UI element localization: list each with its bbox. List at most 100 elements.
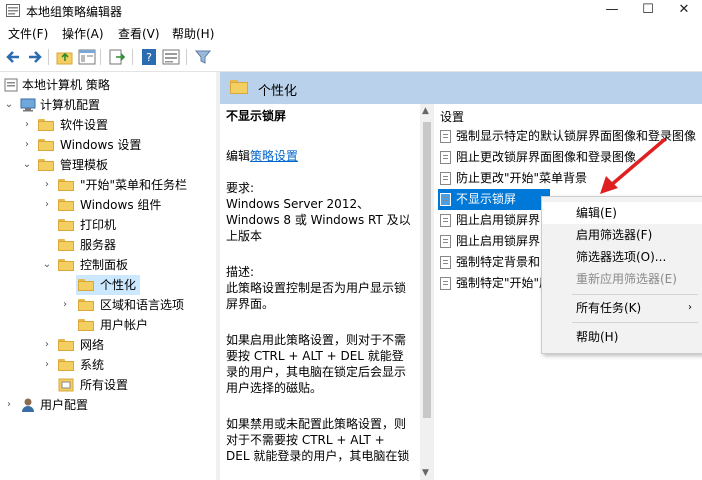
- pane-splitter[interactable]: [216, 72, 220, 480]
- maximize-button[interactable]: ☐: [630, 0, 666, 22]
- menu-item-edit[interactable]: 编辑(E): [542, 202, 702, 224]
- tree-all-settings[interactable]: 所有设置: [42, 375, 214, 395]
- folder-icon: [78, 319, 94, 331]
- tree-control-panel[interactable]: ⌄ 控制面板: [42, 255, 214, 275]
- computer-icon: [20, 98, 36, 112]
- description-text: 此策略设置控制是否为用户显示锁: [226, 281, 407, 295]
- tree-user-accounts[interactable]: 用户帐户: [60, 315, 214, 335]
- menu-file[interactable]: 文件(F): [8, 25, 48, 42]
- folder-icon: [38, 159, 54, 171]
- show-hide-tree-icon[interactable]: [78, 48, 96, 66]
- menu-help[interactable]: 帮助(H): [172, 25, 214, 42]
- category-header: 个性化: [220, 72, 702, 104]
- close-button[interactable]: ✕: [666, 0, 702, 22]
- tree-windows-settings[interactable]: › Windows 设置: [22, 135, 212, 155]
- requirements-label: 要求:: [226, 181, 255, 195]
- menu-item-filter-options[interactable]: 筛选器选项(O)...: [542, 246, 702, 268]
- chevron-right-icon[interactable]: ›: [22, 135, 32, 155]
- submenu-arrow-icon: ›: [688, 302, 692, 313]
- folder-icon: [58, 199, 74, 211]
- chevron-right-icon[interactable]: ›: [42, 335, 52, 355]
- menu-action[interactable]: 操作(A): [62, 25, 104, 42]
- policy-icon: [4, 78, 18, 92]
- menu-separator: [572, 294, 698, 295]
- tree-windows-components[interactable]: › Windows 组件: [42, 195, 214, 215]
- window-title: 本地组策略编辑器: [26, 5, 123, 19]
- tree-computer-config[interactable]: ⌄ 计算机配置: [4, 95, 214, 115]
- enabled-text: 如果启用此策略设置，则对于不需: [226, 333, 407, 347]
- tree-region-language[interactable]: › 区域和语言选项: [60, 295, 214, 315]
- tree-system[interactable]: › 系统: [42, 355, 214, 375]
- policy-setting-icon: [440, 130, 451, 143]
- menu-view[interactable]: 查看(V): [118, 25, 160, 42]
- chevron-down-icon[interactable]: ⌄: [22, 155, 32, 175]
- policy-setting-icon: [440, 172, 451, 185]
- menu-separator: [572, 322, 698, 323]
- disabled-text: 如果禁用或未配置此策略设置，则: [226, 417, 407, 431]
- requirements-text: Windows Server 2012、: [226, 197, 370, 211]
- back-arrow-icon[interactable]: [4, 48, 22, 66]
- policy-setting-icon: [440, 256, 451, 269]
- folder-icon: [58, 179, 74, 191]
- settings-column-header[interactable]: 设置: [440, 108, 464, 125]
- enabled-text: 用户选择的磁贴。: [226, 381, 323, 395]
- annotation-arrow-icon: [600, 138, 666, 194]
- description-text: 屏界面。: [226, 297, 275, 311]
- policy-setting-icon: [440, 235, 451, 248]
- tree-network[interactable]: › 网络: [42, 335, 214, 355]
- context-menu: 编辑(E) 启用筛选器(F) 筛选器选项(O)... 重新应用筛选器(E) 所有…: [541, 196, 702, 354]
- folder-icon: [78, 299, 94, 311]
- menu-item-reapply-filter: 重新应用筛选器(E): [576, 272, 677, 286]
- tree-printers[interactable]: 打印机: [42, 215, 214, 235]
- chevron-down-icon[interactable]: ⌄: [42, 255, 52, 275]
- scroll-thumb[interactable]: [423, 122, 431, 418]
- folder-up-icon[interactable]: [56, 48, 74, 66]
- scroll-down-icon[interactable]: ▼: [422, 468, 429, 478]
- setting-row-selected[interactable]: 不显示锁屏: [438, 189, 550, 210]
- chevron-right-icon[interactable]: ›: [42, 195, 52, 215]
- toolbar: ?: [0, 43, 702, 72]
- tree-admin-templates[interactable]: ⌄ 管理模板: [22, 155, 212, 175]
- chevron-right-icon[interactable]: ›: [4, 395, 14, 415]
- chevron-down-icon[interactable]: ⌄: [4, 95, 14, 115]
- chevron-right-icon[interactable]: ›: [42, 175, 52, 195]
- export-list-icon[interactable]: [108, 48, 126, 66]
- edit-line: 编辑策略设置: [226, 149, 299, 163]
- edit-policy-link[interactable]: 策略设置: [250, 149, 298, 163]
- folder-icon: [230, 80, 248, 94]
- disabled-text: DEL 就能登录的用户，其电脑在锁: [226, 449, 410, 463]
- chevron-right-icon[interactable]: ›: [60, 295, 70, 315]
- policy-tree: 本地计算机 策略 ⌄ 计算机配置 › 软件设置 › Windows 设置 ⌄ 管…: [0, 72, 216, 480]
- menu-item-all-tasks[interactable]: 所有任务(K) ›: [542, 297, 702, 319]
- app-icon: [6, 4, 20, 17]
- menu-bar: 文件(F) 操作(A) 查看(V) 帮助(H): [0, 22, 702, 43]
- menu-item-enable-filter[interactable]: 启用筛选器(F): [542, 224, 702, 246]
- tree-personalization[interactable]: 个性化: [76, 275, 140, 295]
- policy-setting-icon: [440, 214, 451, 227]
- setting-title: 不显示锁屏: [226, 109, 287, 123]
- requirements-text: 上版本: [226, 229, 263, 243]
- scroll-up-icon[interactable]: ▲: [422, 106, 429, 116]
- folder-icon: [58, 239, 74, 251]
- chevron-right-icon[interactable]: ›: [42, 355, 52, 375]
- properties-icon[interactable]: [162, 48, 180, 66]
- filter-icon[interactable]: [194, 48, 212, 66]
- tree-servers[interactable]: 服务器: [42, 235, 214, 255]
- policy-setting-icon: [440, 277, 451, 290]
- menu-item-help[interactable]: 帮助(H): [542, 326, 702, 348]
- tree-root[interactable]: 本地计算机 策略: [4, 75, 214, 95]
- description-label: 描述:: [226, 265, 255, 279]
- help-icon[interactable]: ?: [140, 48, 158, 66]
- chevron-right-icon[interactable]: ›: [22, 115, 32, 135]
- folder-open-icon: [78, 279, 94, 291]
- title-bar: 本地组策略编辑器 — ☐ ✕: [0, 0, 702, 22]
- disabled-text: 对于不需要按 CTRL + ALT +: [226, 433, 385, 447]
- svg-text:?: ?: [146, 51, 152, 64]
- tree-start-menu[interactable]: › "开始"菜单和任务栏: [42, 175, 214, 195]
- description-scrollbar[interactable]: ▲ ▼: [420, 104, 434, 480]
- tree-user-config[interactable]: › 用户配置: [4, 395, 214, 415]
- enabled-text: 录的用户，其电脑在锁定后会显示: [226, 365, 407, 379]
- tree-software-settings[interactable]: › 软件设置: [22, 115, 212, 135]
- forward-arrow-icon[interactable]: [26, 48, 44, 66]
- minimize-button[interactable]: —: [594, 0, 630, 22]
